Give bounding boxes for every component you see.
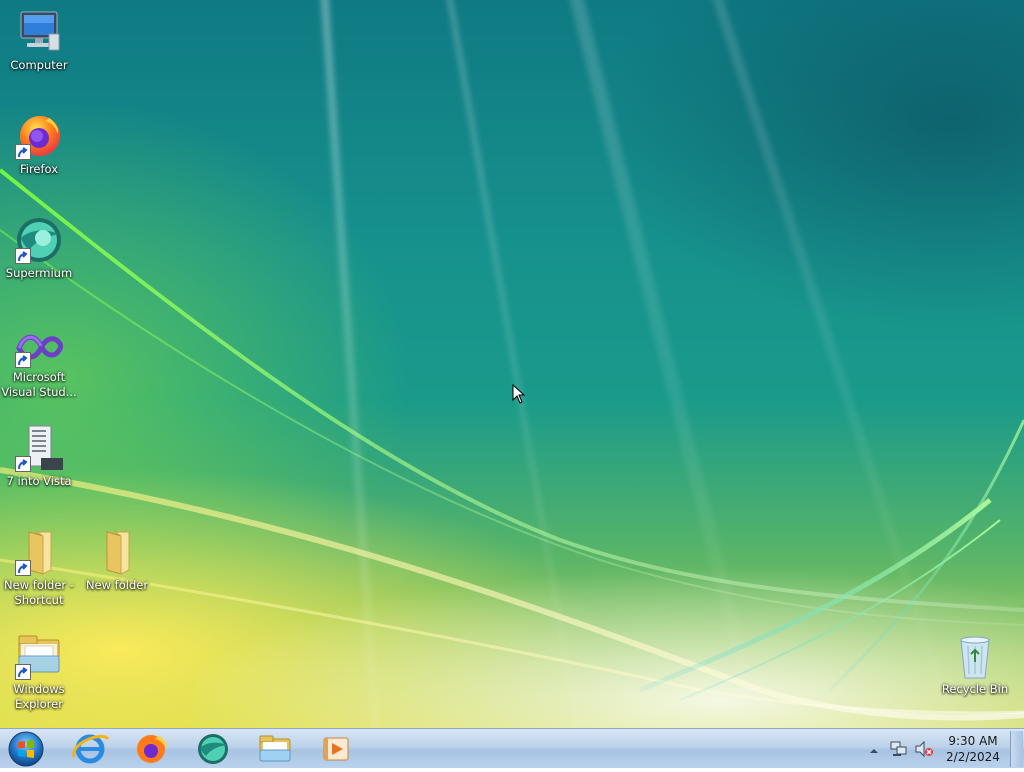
computer-icon xyxy=(15,8,63,56)
supermium-icon xyxy=(198,734,228,764)
windows-explorer-icon xyxy=(15,632,63,680)
taskbar: 9:30 AM 2/2/2024 xyxy=(0,728,1024,768)
network-icon[interactable] xyxy=(890,740,908,762)
taskbar-firefox-button[interactable] xyxy=(129,731,173,767)
firefox-icon xyxy=(137,735,167,763)
desktop-icon-label: New folder xyxy=(85,578,149,592)
desktop-icon-label: Microsoft Visual Stud... xyxy=(1,370,77,399)
shortcut-arrow-icon xyxy=(15,248,31,264)
shortcut-arrow-icon xyxy=(15,664,31,680)
desktop-icon-new-folder-shortcut[interactable]: New folder - Shortcut xyxy=(1,528,77,608)
desktop-icon-new-folder[interactable]: New folder xyxy=(79,528,155,593)
show-desktop-button[interactable] xyxy=(1010,731,1023,767)
desktop-icon-recycle-bin[interactable]: Recycle Bin xyxy=(937,632,1013,697)
recycle-bin-icon xyxy=(951,632,999,680)
wallpaper-ray xyxy=(318,0,384,728)
supermium-icon xyxy=(15,216,63,264)
desktop[interactable]: Computer Firefox Supermium Microsoft Vis… xyxy=(0,0,1024,728)
desktop-icon-label: 7 into Vista xyxy=(6,474,72,488)
shortcut-arrow-icon xyxy=(15,352,31,368)
taskbar-media-player-button[interactable] xyxy=(314,731,358,767)
taskbar-internet-explorer-button[interactable] xyxy=(68,731,112,767)
internet-explorer-icon xyxy=(72,734,110,764)
firefox-icon xyxy=(15,112,63,160)
shortcut-arrow-icon xyxy=(15,560,31,576)
wallpaper-ray xyxy=(440,0,589,728)
taskbar-windows-explorer-button[interactable] xyxy=(253,731,297,767)
desktop-icon-label: Computer xyxy=(10,58,68,72)
desktop-icon-label: Windows Explorer xyxy=(13,682,65,711)
desktop-icon-label: New folder - Shortcut xyxy=(4,578,74,607)
desktop-icon-label: Supermium xyxy=(5,266,73,280)
desktop-icon-windows-explorer[interactable]: Windows Explorer xyxy=(1,632,77,712)
taskbar-clock[interactable]: 9:30 AM 2/2/2024 xyxy=(940,733,1006,765)
folder-icon xyxy=(93,528,141,576)
windows-explorer-icon xyxy=(259,735,291,762)
start-orb-icon xyxy=(8,731,44,767)
wallpaper-ray xyxy=(560,0,773,728)
desktop-icon-supermium[interactable]: Supermium xyxy=(1,216,77,281)
mouse-pointer-icon xyxy=(512,383,526,408)
7-into-vista-icon xyxy=(15,424,63,472)
media-player-icon xyxy=(323,737,349,761)
wallpaper-ray xyxy=(700,0,964,728)
desktop-icon-firefox[interactable]: Firefox xyxy=(1,112,77,177)
clock-date: 2/2/2024 xyxy=(946,750,1000,764)
folder-icon xyxy=(15,528,63,576)
volume-muted-icon[interactable] xyxy=(914,740,934,762)
desktop-icon-label: Recycle Bin xyxy=(941,682,1009,696)
desktop-icon-computer[interactable]: Computer xyxy=(1,8,77,73)
show-hidden-icons-icon[interactable] xyxy=(868,742,880,761)
desktop-icon-label: Firefox xyxy=(19,162,59,176)
shortcut-arrow-icon xyxy=(15,144,31,160)
desktop-icon-visual-studio[interactable]: Microsoft Visual Stud... xyxy=(1,328,77,400)
desktop-icon-7-into-vista[interactable]: 7 into Vista xyxy=(1,424,77,489)
start-button[interactable] xyxy=(6,730,46,768)
shortcut-arrow-icon xyxy=(15,456,31,472)
taskbar-supermium-button[interactable] xyxy=(191,731,235,767)
clock-time: 9:30 AM xyxy=(948,734,998,748)
visual-studio-icon xyxy=(15,328,64,368)
